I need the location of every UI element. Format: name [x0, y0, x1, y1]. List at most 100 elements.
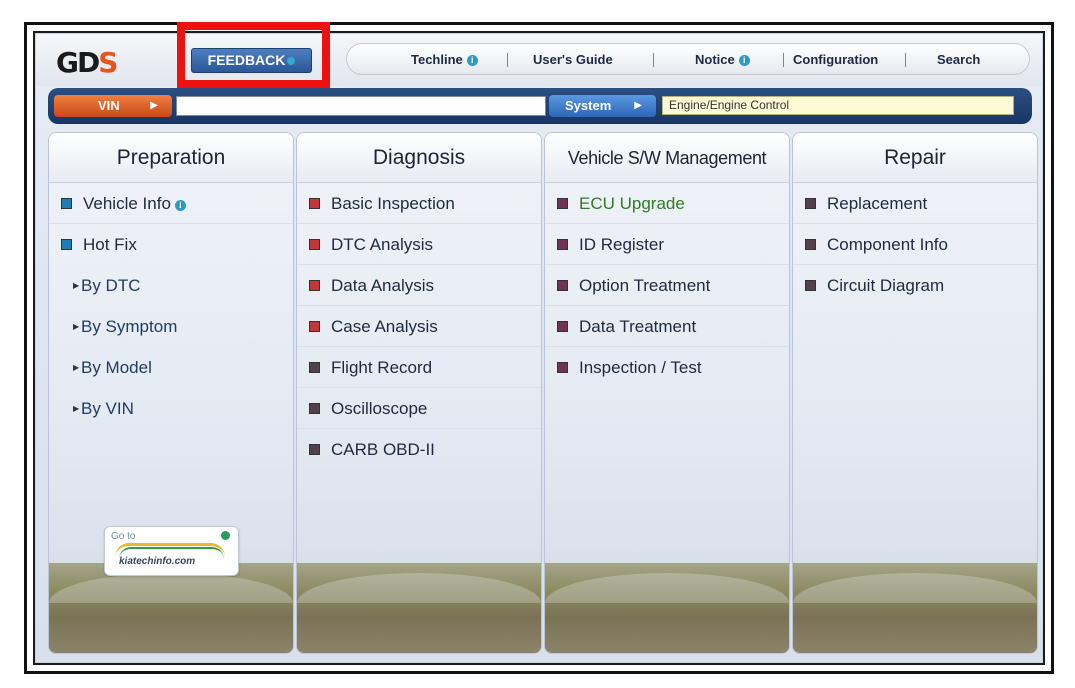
menu-item-data-treatment[interactable]: Data Treatment — [545, 306, 789, 347]
bullet-square-icon — [805, 239, 816, 250]
menu-item-circuit-diagram[interactable]: Circuit Diagram — [793, 265, 1037, 306]
system-label: System — [565, 98, 612, 113]
item-label: Flight Record — [331, 358, 433, 377]
menu-item-case-analysis[interactable]: Case Analysis — [297, 306, 541, 347]
menu-item-component-info[interactable]: Component Info — [793, 224, 1037, 265]
menu-techline[interactable]: Techline i — [411, 44, 478, 76]
item-label: Hot Fix — [83, 235, 137, 254]
info-icon: i — [174, 200, 186, 211]
kiatechinfo-link[interactable]: Go to kiatechinfo.com — [104, 526, 239, 576]
submenu-item-by-model[interactable]: ▶ By Model — [49, 347, 293, 388]
info-icon: i — [738, 55, 750, 66]
menu-separator — [653, 53, 654, 67]
menu-item-option-treatment[interactable]: Option Treatment — [545, 265, 789, 306]
menu-item-vehicle-info[interactable]: Vehicle Info i — [49, 183, 293, 224]
item-label: By VIN — [81, 399, 134, 418]
item-label: Data Analysis — [331, 276, 434, 295]
menu-item-inspection-test[interactable]: Inspection / Test — [545, 347, 789, 388]
menu-item-replacement[interactable]: Replacement — [793, 183, 1037, 224]
bullet-square-icon — [805, 280, 816, 291]
feedback-highlight-box — [177, 22, 330, 88]
bullet-square-icon — [309, 362, 320, 373]
vin-input[interactable] — [176, 96, 546, 116]
bullet-square-icon — [557, 198, 568, 209]
item-label: Option Treatment — [579, 276, 711, 295]
menu-item-data-analysis[interactable]: Data Analysis — [297, 265, 541, 306]
column-title: Vehicle S/W Management — [545, 133, 789, 183]
bullet-square-icon — [309, 198, 320, 209]
menu-item-basic-inspection[interactable]: Basic Inspection — [297, 183, 541, 224]
vin-button[interactable]: VIN ▶ — [54, 95, 172, 117]
bullet-square-icon — [309, 239, 320, 250]
item-label: By Symptom — [81, 317, 178, 336]
bullet-square-icon — [309, 321, 320, 332]
column-repair: Repair Replacement Component Info Circui… — [792, 132, 1038, 654]
menu-notice[interactable]: Notice i — [695, 44, 750, 76]
menu-separator — [783, 53, 784, 67]
menu-item-dtc-analysis[interactable]: DTC Analysis — [297, 224, 541, 265]
item-label: Oscilloscope — [331, 399, 428, 418]
triangle-right-icon: ▶ — [73, 322, 80, 331]
menu-item-hot-fix[interactable]: Hot Fix — [49, 224, 293, 265]
triangle-right-icon: ▶ — [73, 281, 80, 290]
item-label: Inspection / Test — [579, 358, 702, 377]
bullet-square-icon — [61, 239, 72, 250]
bullet-square-icon — [557, 362, 568, 373]
item-label: Circuit Diagram — [827, 276, 945, 295]
menu-search[interactable]: Search — [937, 44, 980, 76]
hill-decoration — [793, 573, 1037, 603]
vin-label: VIN — [98, 98, 120, 113]
menu-separator — [905, 53, 906, 67]
bullet-square-icon — [805, 198, 816, 209]
arrow-right-icon: ▶ — [634, 100, 642, 111]
bullet-square-icon — [61, 198, 72, 209]
landscape-background — [545, 563, 789, 653]
column-title: Diagnosis — [297, 133, 541, 183]
bullet-square-icon — [309, 444, 320, 455]
logo-text: GD — [56, 46, 100, 79]
hill-decoration — [297, 573, 541, 603]
kia-site-label: kiatechinfo.com — [119, 556, 196, 567]
menu-notice-label: Notice — [695, 52, 735, 67]
bullet-square-icon — [557, 239, 568, 250]
top-menu: Techline i User's Guide Notice i Configura… — [346, 43, 1030, 75]
column-diagnosis: Diagnosis Basic Inspection DTC Analysis … — [296, 132, 542, 654]
item-label: Replacement — [827, 194, 928, 213]
menu-item-flight-record[interactable]: Flight Record — [297, 347, 541, 388]
column-title: Preparation — [49, 133, 293, 183]
info-icon: i — [466, 55, 478, 66]
submenu-item-by-vin[interactable]: ▶ By VIN — [49, 388, 293, 429]
column-vehicle-sw-management: Vehicle S/W Management ECU Upgrade ID Re… — [544, 132, 790, 654]
menu-item-carb-obd[interactable]: CARB OBD-II — [297, 429, 541, 470]
menu-configuration[interactable]: Configuration — [793, 44, 878, 76]
vin-system-bar: VIN ▶ System ▶ Engine/Engine Control — [48, 88, 1032, 124]
item-label: Case Analysis — [331, 317, 438, 336]
item-label: DTC Analysis — [331, 235, 434, 254]
menu-item-id-register[interactable]: ID Register — [545, 224, 789, 265]
logo-accent: S — [98, 46, 118, 79]
menu-item-ecu-upgrade[interactable]: ECU Upgrade — [545, 183, 789, 224]
item-label: By Model — [81, 358, 152, 377]
item-label: By DTC — [81, 276, 141, 295]
system-value: Engine/Engine Control — [662, 96, 1014, 115]
menu-item-oscilloscope[interactable]: Oscilloscope — [297, 388, 541, 429]
gds-logo: GDS — [56, 46, 118, 79]
submenu-item-by-dtc[interactable]: ▶ By DTC — [49, 265, 293, 306]
submenu-item-by-symptom[interactable]: ▶ By Symptom — [49, 306, 293, 347]
bullet-square-icon — [557, 280, 568, 291]
hill-decoration — [49, 573, 293, 603]
arrow-right-icon: ▶ — [150, 100, 158, 111]
triangle-right-icon: ▶ — [73, 404, 80, 413]
landscape-background — [49, 563, 293, 653]
bullet-square-icon — [309, 280, 320, 291]
menu-users-guide[interactable]: User's Guide — [533, 44, 613, 76]
column-title: Repair — [793, 133, 1037, 183]
system-button[interactable]: System ▶ — [549, 95, 656, 117]
item-label: Data Treatment — [579, 317, 697, 336]
item-label: ECU Upgrade — [579, 194, 685, 213]
item-label: ID Register — [579, 235, 665, 254]
landscape-background — [297, 563, 541, 653]
status-dot-icon — [221, 531, 230, 540]
bullet-square-icon — [309, 403, 320, 414]
item-label: CARB OBD-II — [331, 440, 435, 459]
